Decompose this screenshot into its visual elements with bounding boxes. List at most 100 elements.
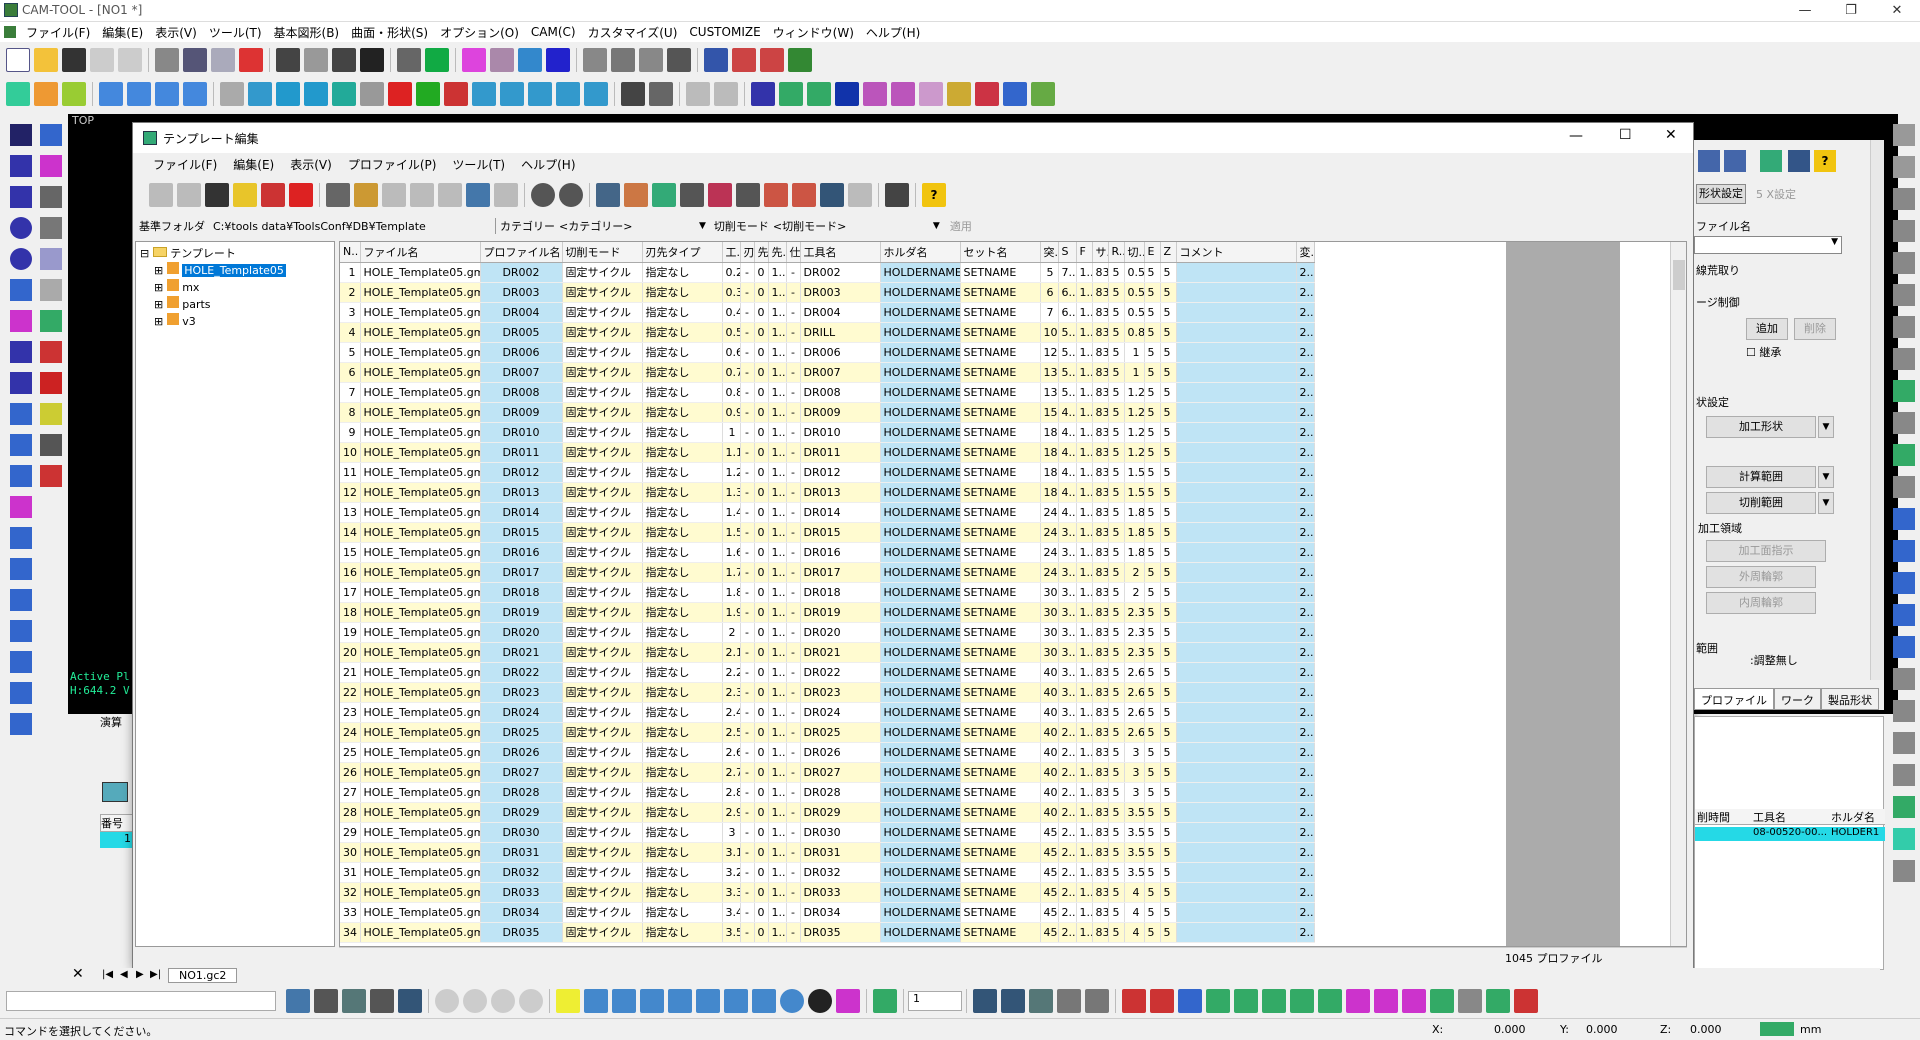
column-header[interactable]: 工..: [722, 242, 741, 263]
table-cell[interactable]: 5: [1108, 722, 1125, 743]
table-cell[interactable]: HOLE_Template05.gmt: [360, 862, 481, 883]
table-cell[interactable]: 5: [1144, 662, 1161, 683]
table-row[interactable]: 29 HOLE_Template05.gmt DR030 固定サイクル 指定なし 3-0 1…: [340, 822, 1680, 843]
dialog-close-button[interactable]: ✕: [1665, 127, 1677, 143]
snap-icon[interactable]: [34, 121, 68, 149]
table-cell[interactable]: 5: [1160, 662, 1177, 683]
table-cell[interactable]: -: [786, 822, 801, 843]
table-cell[interactable]: 1...: [768, 702, 787, 723]
fillet-icon[interactable]: [4, 338, 38, 366]
rp-outer-button[interactable]: 外周輪郭: [1706, 566, 1816, 588]
table-cell[interactable]: 1...: [1076, 682, 1093, 703]
table-cell[interactable]: 3: [1124, 742, 1145, 763]
table-cell[interactable]: 83: [1092, 702, 1109, 723]
tab-nav-first-icon[interactable]: |◀: [102, 969, 113, 980]
dlg-bulb-icon[interactable]: [233, 183, 257, 207]
table-cell[interactable]: HOLE_Template05.gmt: [360, 762, 481, 783]
table-cell[interactable]: 1...: [768, 802, 787, 823]
table-cell[interactable]: 1...: [768, 462, 787, 483]
grid-vscroll[interactable]: [1670, 242, 1686, 946]
table-row[interactable]: 14HOLE_Template05.gmtDR015固定サイクル指定なし1.5-…: [340, 522, 1680, 543]
table-cell[interactable]: 34: [340, 922, 361, 943]
table-cell[interactable]: 5: [1144, 842, 1161, 863]
table-cell[interactable]: 7...: [1058, 262, 1077, 283]
table-cell[interactable]: 1...: [1076, 462, 1093, 483]
table-cell[interactable]: DR030: [480, 822, 563, 843]
table-cell[interactable]: DR024: [800, 702, 881, 723]
table-cell[interactable]: SETNAME: [960, 262, 1041, 283]
table-cell[interactable]: 83: [1092, 402, 1109, 423]
table-cell[interactable]: 0: [754, 262, 769, 283]
table-cell[interactable]: DR033: [800, 882, 881, 903]
table-cell[interactable]: SETNAME: [960, 802, 1041, 823]
table-row[interactable]: 1HOLE_Template05.gmtDR002固定サイクル指定なし0.2-0…: [340, 262, 1680, 283]
measure-icon[interactable]: [4, 648, 38, 676]
table-cell[interactable]: HOLE_Template05.gmt: [360, 262, 481, 283]
table-cell[interactable]: 5: [1108, 902, 1125, 923]
select-mode-icon[interactable]: [490, 48, 514, 72]
table-cell[interactable]: 指定なし: [642, 742, 723, 763]
table-cell[interactable]: -: [786, 262, 801, 283]
table-cell[interactable]: DR030: [800, 822, 881, 843]
table-cell[interactable]: 1...: [768, 542, 787, 563]
table-cell[interactable]: 1...: [768, 482, 787, 503]
table-cell[interactable]: 1...: [1076, 662, 1093, 683]
table-cell[interactable]: -: [786, 542, 801, 563]
table-cell[interactable]: 30: [1040, 642, 1059, 663]
dlg-new-icon[interactable]: [149, 183, 173, 207]
table-cell[interactable]: HOLE_Template05.gmt: [360, 382, 481, 403]
table-cell[interactable]: 83: [1092, 762, 1109, 783]
table-cell[interactable]: HOLE_Template05.gmt: [360, 342, 481, 363]
table-cell[interactable]: 2.6: [722, 742, 741, 763]
table-cell[interactable]: 5...: [1058, 322, 1077, 343]
rp-help-icon[interactable]: ?: [1814, 150, 1836, 172]
table-cell[interactable]: 1...: [1076, 622, 1093, 643]
table-cell[interactable]: 5: [1160, 682, 1177, 703]
table-cell[interactable]: 5: [1108, 822, 1125, 843]
table-cell[interactable]: DR018: [480, 582, 563, 603]
print-icon[interactable]: [332, 48, 356, 72]
table-cell[interactable]: 5: [1144, 642, 1161, 663]
table-cell[interactable]: 83: [1092, 642, 1109, 663]
table-cell[interactable]: 指定なし: [642, 522, 723, 543]
dlg-move-up-icon[interactable]: [559, 183, 583, 207]
table-cell[interactable]: DR021: [480, 642, 563, 663]
bt-vertex-icon[interactable]: [668, 989, 692, 1013]
table-cell[interactable]: 0: [754, 602, 769, 623]
table-cell[interactable]: SETNAME: [960, 602, 1041, 623]
table-view-icon[interactable]: [34, 338, 68, 366]
table-cell[interactable]: 45: [1040, 902, 1059, 923]
curve-icon[interactable]: [4, 307, 38, 335]
bt-cut-11-icon[interactable]: [1402, 989, 1426, 1013]
table-cell[interactable]: 0: [754, 902, 769, 923]
table-cell[interactable]: -: [740, 622, 755, 643]
table-cell[interactable]: HOLE_Template05.gmt: [360, 662, 481, 683]
table-cell[interactable]: 1...: [1076, 262, 1093, 283]
table-cell[interactable]: 指定なし: [642, 422, 723, 443]
bt-cut-12-icon[interactable]: [1430, 989, 1454, 1013]
table-cell[interactable]: 5: [1108, 662, 1125, 683]
table-cell[interactable]: 40: [1040, 662, 1059, 683]
table-cell[interactable]: 2...: [1058, 922, 1077, 943]
table-cell[interactable]: DR017: [480, 562, 563, 583]
undo-icon[interactable]: [90, 48, 114, 72]
table-cell[interactable]: 指定なし: [642, 762, 723, 783]
table-cell[interactable]: SETNAME: [960, 302, 1041, 323]
table-cell[interactable]: 13: [1040, 362, 1059, 383]
select-surface-icon[interactable]: [518, 48, 542, 72]
table-cell[interactable]: 指定なし: [642, 382, 723, 403]
table-cell[interactable]: 2.2: [722, 662, 741, 683]
table-cell[interactable]: 83: [1092, 682, 1109, 703]
table-cell[interactable]: HOLE_Template05.gmt: [360, 742, 481, 763]
column-header[interactable]: 突..: [1040, 242, 1059, 263]
table-cell[interactable]: 指定なし: [642, 862, 723, 883]
table-cell[interactable]: 6: [340, 362, 361, 383]
dlg-help-icon[interactable]: ?: [922, 183, 946, 207]
table-cell[interactable]: SETNAME: [960, 402, 1041, 423]
table-cell[interactable]: 83: [1092, 802, 1109, 823]
bt-grid-icon[interactable]: [398, 989, 422, 1013]
table-cell[interactable]: -: [786, 322, 801, 343]
table-cell[interactable]: -: [740, 322, 755, 343]
menu-customize-en[interactable]: CUSTOMIZE: [683, 25, 766, 39]
bt-stop-icon[interactable]: [463, 989, 487, 1013]
